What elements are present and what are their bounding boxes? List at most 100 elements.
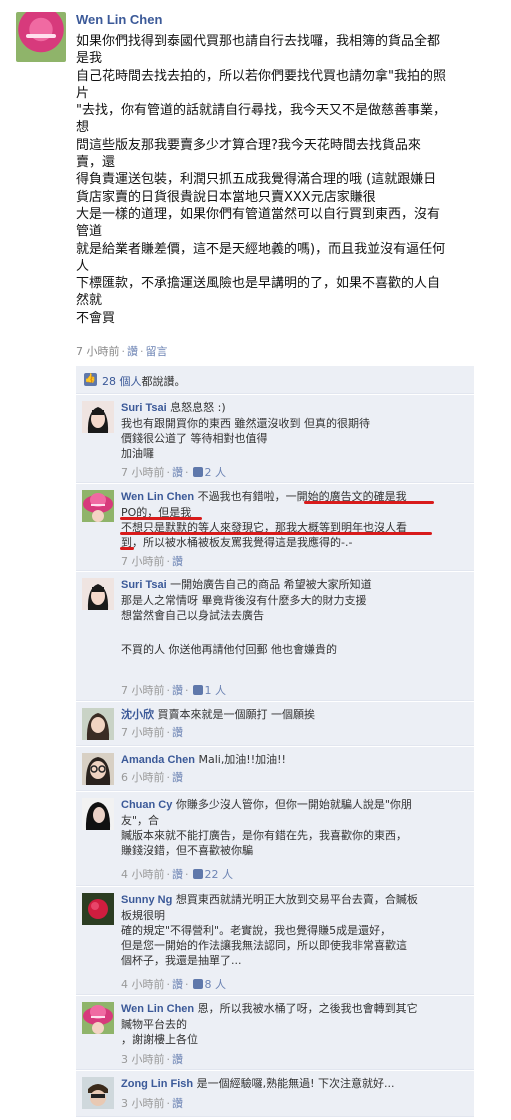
comment-like-link[interactable]: 讚 bbox=[172, 771, 183, 784]
commenter-avatar[interactable] bbox=[82, 578, 114, 610]
post-line: 人 bbox=[76, 258, 90, 274]
comment-like-link[interactable]: 讚 bbox=[172, 978, 183, 991]
comment-line: 確的規定"不得營利"。老實說，我也覺得賺5成是還好， bbox=[121, 924, 392, 937]
commenter-avatar[interactable] bbox=[82, 1002, 114, 1034]
comment-timestamp[interactable]: 7 小時前 bbox=[121, 466, 165, 479]
commenter-avatar[interactable] bbox=[82, 708, 114, 740]
comment-timestamp[interactable]: 6 小時前 bbox=[121, 771, 165, 784]
comment-line: 那是人之常情呀 畢竟背後沒有什麼多大的財力支援 bbox=[121, 594, 367, 607]
comment-like-link[interactable]: 讚 bbox=[172, 868, 183, 881]
comment-line: 加油囉 bbox=[121, 447, 154, 460]
comment-likes-count[interactable]: 22 人 bbox=[205, 868, 234, 881]
post-line: 得負責運送包裝，利潤只抓五成我覺得滿合理的哦 (這就跟嫌日 bbox=[76, 172, 437, 188]
comment-item: Suri Tsai 息怒息怒 :) 我也有跟開買你的東西 雖然還沒收到 但真的很… bbox=[76, 395, 474, 483]
comment-line: 板規很明 bbox=[121, 909, 165, 922]
likes-summary: 👍 28 個人都說讚。 bbox=[76, 366, 474, 394]
comment-like-link[interactable]: 讚 bbox=[172, 555, 183, 568]
comment-meta: 7 小時前 · 讚 bbox=[121, 726, 183, 739]
post-author-link[interactable]: Wen Lin Chen bbox=[76, 12, 162, 27]
comment-text: Mali,加油!!加油!! bbox=[198, 753, 286, 766]
commenter-name[interactable]: Amanda Chen bbox=[121, 754, 195, 766]
like-icon bbox=[192, 467, 203, 477]
comment-timestamp[interactable]: 7 小時前 bbox=[121, 555, 165, 568]
commenter-name[interactable]: Zong Lin Fish bbox=[121, 1078, 193, 1090]
comment-like-link[interactable]: 讚 bbox=[172, 466, 183, 479]
post-like-link[interactable]: 讚 bbox=[127, 345, 138, 358]
post-line: 管道 bbox=[76, 224, 103, 240]
commenter-name[interactable]: Wen Lin Chen bbox=[121, 1003, 194, 1015]
post-comment-link[interactable]: 留言 bbox=[146, 345, 168, 358]
like-icon bbox=[192, 979, 203, 989]
post-line: 下標匯款，不承擔運送風險也是早講明的了，如果不喜歡的人自 bbox=[76, 276, 441, 292]
comment-line: 賺錢沒錯，但不喜歡被你騙 bbox=[121, 844, 253, 857]
commenter-avatar[interactable] bbox=[82, 798, 114, 830]
red-underline-annotation bbox=[120, 517, 202, 520]
comment-line: ，謝謝樓上各位 bbox=[121, 1033, 198, 1046]
comment-meta: 4 小時前 · 讚 · 22 人 bbox=[121, 868, 234, 881]
comment-item: Sunny Ng 想買東西就請光明正大放到交易平台去賣，合贓板 板規很明 確的規… bbox=[76, 887, 474, 995]
comment-line bbox=[121, 623, 469, 638]
comment-meta: 7 小時前 · 讚 bbox=[121, 555, 183, 568]
likes-suffix: 都說讚。 bbox=[141, 375, 186, 388]
comment-timestamp[interactable]: 3 小時前 bbox=[121, 1097, 165, 1110]
comment-timestamp[interactable]: 7 小時前 bbox=[121, 684, 165, 697]
comment-likes-count[interactable]: 1 人 bbox=[205, 684, 227, 697]
post-line: "去找，你有管道的話就請自行尋找，我今天又不是做慈善事業， bbox=[76, 103, 446, 119]
comment-likes-count[interactable]: 8 人 bbox=[205, 978, 227, 991]
post-line: 自己花時間去找去拍的，所以若你們要找代買也請勿拿"我拍的照 bbox=[76, 68, 446, 84]
post-body: 如果你們找得到泰國代買那也請自行去找囉，我相簿的貨品全都 是我 自己花時間去找去… bbox=[76, 33, 480, 327]
thumbs-up-icon: 👍 bbox=[84, 373, 97, 386]
commenter-avatar[interactable] bbox=[82, 1077, 114, 1109]
commenter-avatar[interactable] bbox=[82, 401, 114, 433]
comment-timestamp[interactable]: 7 小時前 bbox=[121, 726, 165, 739]
comment-like-link[interactable]: 讚 bbox=[172, 1053, 183, 1066]
commenter-avatar[interactable] bbox=[82, 893, 114, 925]
comment-timestamp[interactable]: 4 小時前 bbox=[121, 868, 165, 881]
comment-like-link[interactable]: 讚 bbox=[172, 726, 183, 739]
commenter-avatar[interactable] bbox=[82, 490, 114, 522]
comment-timestamp[interactable]: 4 小時前 bbox=[121, 978, 165, 991]
comment-line: 到，所以被水桶被板友罵我覺得這是我應得的-.- bbox=[121, 536, 353, 549]
commenter-avatar[interactable] bbox=[82, 753, 114, 785]
comment-meta: 6 小時前 · 讚 bbox=[121, 771, 183, 784]
comment-line: 贓版本來就不能打廣告，是你有錯在先，我喜歡你的東西， bbox=[121, 829, 407, 842]
comment-line: 贓物平台去的 bbox=[121, 1018, 187, 1031]
commenter-name[interactable]: Sunny Ng bbox=[121, 894, 172, 906]
comment-like-link[interactable]: 讚 bbox=[172, 684, 183, 697]
comment-meta: 7 小時前 · 讚 · 2 人 bbox=[121, 466, 227, 479]
comment-timestamp[interactable]: 3 小時前 bbox=[121, 1053, 165, 1066]
like-icon bbox=[192, 869, 203, 879]
comment-text: 想買東西就請光明正大放到交易平台去賣，合贓板 bbox=[175, 893, 418, 906]
comment-text: 息怒息怒 :) bbox=[170, 401, 226, 414]
commenter-name[interactable]: Wen Lin Chen bbox=[121, 491, 194, 503]
comment-like-link[interactable]: 讚 bbox=[172, 1097, 183, 1110]
comment-likes-count[interactable]: 2 人 bbox=[205, 466, 227, 479]
commenter-name[interactable]: 沈小欣 bbox=[121, 709, 154, 721]
comment-meta: 4 小時前 · 讚 · 8 人 bbox=[121, 978, 227, 991]
commenter-name[interactable]: Chuan Cy bbox=[121, 799, 172, 811]
red-underline-annotation bbox=[120, 547, 134, 550]
post-meta: 7 小時前 · 讚 · 留言 bbox=[76, 345, 168, 358]
comment-text: 一開始廣告自己的商品 希望被大家所知道 bbox=[170, 578, 372, 591]
comment-line: 不買的人 你送他再請他付回郵 他也會嫌貴的 bbox=[121, 643, 337, 656]
post-timestamp[interactable]: 7 小時前 bbox=[76, 345, 120, 358]
post-line: 想 bbox=[76, 120, 90, 136]
post-line: 大是一樣的道理，如果你們有管道當然可以自行買到東西，沒有 bbox=[76, 206, 441, 222]
like-icon bbox=[192, 685, 203, 695]
author-avatar[interactable] bbox=[16, 12, 66, 62]
post-line: 片 bbox=[76, 85, 90, 101]
comment-line: 但是您一開始的作法讓我無法認同，所以即使我非常喜歡這 bbox=[121, 939, 407, 952]
commenter-name[interactable]: Suri Tsai bbox=[121, 402, 167, 414]
commenter-name[interactable]: Suri Tsai bbox=[121, 579, 167, 591]
comment-item: Amanda Chen Mali,加油!!加油!! 6 小時前 · 讚 bbox=[76, 747, 474, 791]
likers-link[interactable]: 28 個人 bbox=[102, 375, 142, 388]
comment-meta: 3 小時前 · 讚 bbox=[121, 1097, 183, 1110]
comment-meta: 7 小時前 · 讚 · 1 人 bbox=[121, 684, 227, 697]
comment-item: Zong Lin Fish 是一個經驗囉,熟能無過! 下次注意就好... 3 小… bbox=[76, 1071, 474, 1117]
comment-line: 友"，合 bbox=[121, 814, 160, 827]
comment-item: 沈小欣 買賣本來就是一個願打 一個願挨 7 小時前 · 讚 bbox=[76, 702, 474, 746]
post-line: 然就 bbox=[76, 293, 103, 309]
comment-item: Wen Lin Chen 不過我也有錯啦，一開始的廣告文的確是我 PO的，但是我… bbox=[76, 484, 474, 571]
comment-text: 恩，所以我被水桶了呀，之後我也會轉到其它 bbox=[197, 1002, 418, 1015]
red-underline-annotation bbox=[120, 532, 432, 535]
